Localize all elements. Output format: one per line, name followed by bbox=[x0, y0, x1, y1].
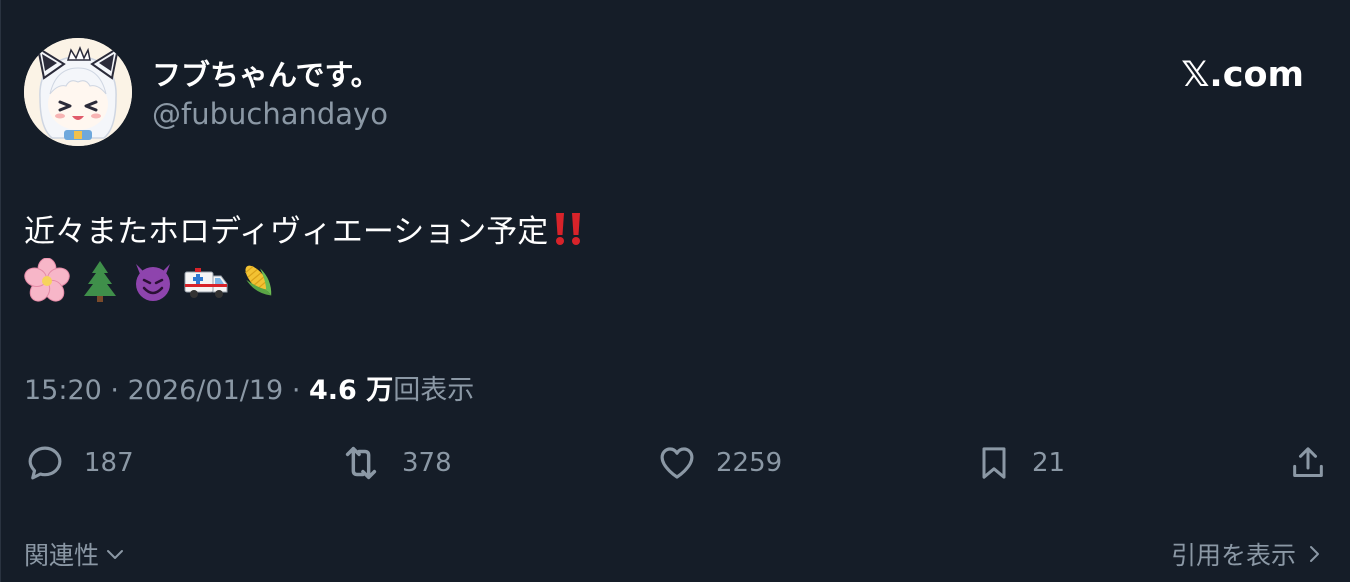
like-button[interactable]: 2259 bbox=[656, 440, 782, 486]
view-quotes-link[interactable]: 引用を表示 bbox=[1171, 536, 1326, 572]
avatar-fubuki-icon bbox=[24, 38, 132, 146]
tweet-text: 近々またホロディヴィエーション予定 bbox=[24, 206, 586, 251]
double-exclamation-icon bbox=[556, 213, 581, 245]
ambulance-icon bbox=[184, 268, 228, 298]
left-divider bbox=[0, 0, 1, 582]
chevron-right-icon bbox=[1310, 546, 1319, 562]
reply-icon bbox=[28, 446, 62, 480]
view-count-label: 回表示 bbox=[393, 375, 475, 406]
meta-separator: · bbox=[291, 375, 301, 406]
bookmark-count: 21 bbox=[1032, 448, 1066, 478]
retweet-count: 378 bbox=[402, 448, 452, 478]
meta-separator: · bbox=[110, 375, 119, 406]
bookmark-button[interactable]: 21 bbox=[974, 440, 1065, 486]
reply-count: 187 bbox=[84, 448, 134, 478]
tweet-date[interactable]: 2026/01/19 bbox=[128, 375, 284, 406]
chevron-down-icon bbox=[107, 550, 124, 559]
sort-label: 関連性 bbox=[24, 541, 100, 570]
tweet-card: フブちゃんです。 @fubuchandayo 𝕏.com 近々またホロディヴィエ… bbox=[0, 0, 1350, 582]
view-count: 4.6 万 bbox=[309, 375, 394, 406]
tweet-text-body: 近々またホロディヴィエーション予定 bbox=[24, 214, 549, 250]
tweet-meta: 15:20 · 2026/01/19 · 4.6 万回表示 bbox=[24, 368, 474, 407]
bookmark-icon bbox=[982, 447, 1006, 479]
retweet-button[interactable]: 378 bbox=[338, 440, 452, 486]
share-icon bbox=[1293, 447, 1323, 477]
cherry-blossom-icon bbox=[24, 258, 70, 302]
author-display-name[interactable]: フブちゃんです。 bbox=[152, 52, 380, 94]
corn-icon bbox=[245, 265, 272, 296]
like-count: 2259 bbox=[716, 448, 783, 478]
evergreen-tree-icon bbox=[84, 261, 117, 302]
tweet-emoji-line bbox=[24, 258, 284, 308]
smiling-imp-icon bbox=[136, 264, 171, 301]
tweet-time[interactable]: 15:20 bbox=[24, 375, 102, 406]
reply-button[interactable]: 187 bbox=[24, 440, 134, 486]
author-handle[interactable]: @fubuchandayo bbox=[152, 97, 388, 131]
avatar[interactable] bbox=[24, 38, 132, 146]
quotes-label: 引用を表示 bbox=[1170, 541, 1296, 570]
brand-logo[interactable]: 𝕏.com bbox=[1181, 55, 1304, 95]
sort-related-button[interactable]: 関連性 bbox=[24, 536, 127, 572]
heart-icon bbox=[660, 447, 694, 479]
retweet-icon bbox=[345, 446, 377, 480]
share-button[interactable] bbox=[1288, 440, 1328, 486]
